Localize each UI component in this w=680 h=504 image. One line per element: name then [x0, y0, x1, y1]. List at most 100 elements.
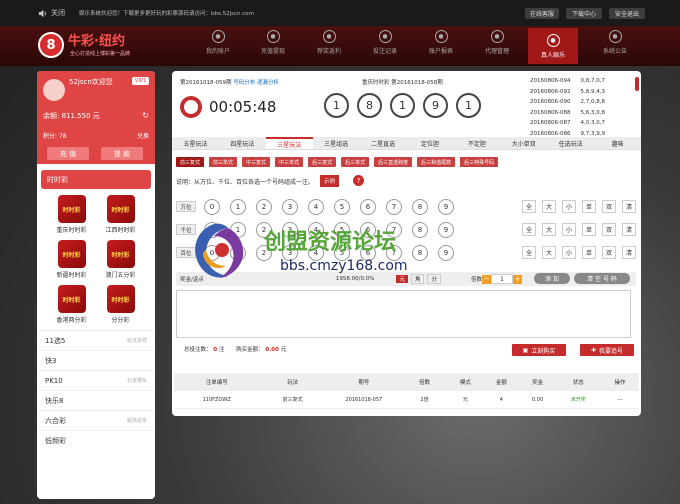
multiple-value[interactable]: 1 [491, 274, 513, 284]
tab-4[interactable]: 二星直选 [360, 137, 407, 149]
result-ball: 9 [423, 93, 448, 118]
tab-3[interactable]: 三星组选 [313, 137, 360, 149]
redeem-link[interactable]: 兑换 [137, 131, 149, 140]
add-button[interactable]: 添 加 [534, 273, 570, 284]
nav-item-3[interactable]: ● 投注记录 [360, 30, 410, 55]
nav-item-5[interactable]: ● 代理管理 [472, 30, 522, 55]
sidebar-category[interactable]: PK10 北京赛车 [37, 370, 155, 390]
table-row[interactable]: 110FZOWZ 前三复式 20161018-057 2倍 元 4 0.00 未开奖 --- [174, 391, 639, 409]
download-center-button[interactable]: 下载中心 [566, 8, 602, 19]
speaker-icon[interactable] [38, 9, 47, 18]
quick-select-button[interactable]: 清 [622, 200, 636, 213]
subtab-4[interactable]: 后三复式 [308, 157, 337, 167]
tab-9[interactable]: 趣味 [594, 137, 641, 149]
clear-numbers-button[interactable]: 清 空 号 码 [574, 273, 630, 284]
refresh-icon[interactable]: ↻ [142, 111, 149, 120]
recharge-button[interactable]: 充 值 [47, 147, 89, 160]
nav-item-0[interactable]: ● 我的账户 [193, 30, 243, 55]
digit-button[interactable]: 2 [256, 199, 272, 215]
sidebar-category[interactable]: 快3 [37, 350, 155, 370]
quick-select-button[interactable]: 大 [542, 223, 556, 236]
quick-select-button[interactable]: 双 [602, 200, 616, 213]
history-numbers: 4,0,3,0,7 [580, 120, 605, 126]
ssc-header[interactable]: 时时彩 [41, 170, 151, 189]
countdown-timer: 00:05:48 [209, 98, 277, 116]
nav-item-7[interactable]: ● 系统公告 [590, 30, 640, 55]
subtab-2[interactable]: 中三复式 [242, 157, 271, 167]
quick-select-button[interactable]: 清 [622, 246, 636, 259]
quick-select-button[interactable]: 小 [562, 246, 576, 259]
subtab-1[interactable]: 前三单式 [209, 157, 238, 167]
digit-button[interactable]: 0 [204, 199, 220, 215]
history-scrollbar[interactable] [635, 77, 639, 91]
digit-button[interactable]: 9 [438, 199, 454, 215]
digit-button[interactable]: 3 [282, 199, 298, 215]
subtab-5[interactable]: 后三单式 [341, 157, 370, 167]
logout-button[interactable]: 安全退出 [609, 8, 645, 19]
game-item[interactable]: 时时彩 重庆时时彩 [47, 195, 96, 234]
game-item[interactable]: 时时彩 江西时时彩 [96, 195, 145, 234]
nav-item-2[interactable]: ● 荐奖返利 [304, 30, 354, 55]
sidebar-category[interactable]: 六合彩 超高返奖 [37, 410, 155, 430]
nav-item-4[interactable]: ● 账户报表 [416, 30, 466, 55]
chase-button[interactable]: ✚ 我要追号 [580, 344, 634, 356]
subtab-3[interactable]: 中三单式 [275, 157, 304, 167]
quick-select-button[interactable]: 双 [602, 246, 616, 259]
tab-6[interactable]: 不定胆 [453, 137, 500, 149]
quick-select-button[interactable]: 小 [562, 223, 576, 236]
game-item[interactable]: 时时彩 分分彩 [96, 285, 145, 324]
game-item[interactable]: 时时彩 澳门五分彩 [96, 240, 145, 279]
sidebar-category[interactable]: 快乐8 [37, 390, 155, 410]
quick-select-button[interactable]: 全 [522, 246, 536, 259]
quick-select-button[interactable]: 小 [562, 200, 576, 213]
quick-select-button[interactable]: 大 [542, 200, 556, 213]
digit-button[interactable]: 6 [360, 199, 376, 215]
trend-link[interactable]: 号码分布·遗漏分析 [233, 80, 279, 86]
tab-1[interactable]: 四星玩法 [219, 137, 266, 149]
help-icon[interactable]: ? [353, 175, 364, 186]
buy-now-button[interactable]: ▣ 立刻购买 [512, 344, 566, 356]
digit-button[interactable]: 1 [230, 199, 246, 215]
tab-0[interactable]: 五星玩法 [172, 137, 219, 149]
bet-list-area[interactable] [176, 290, 631, 338]
quick-select-button[interactable]: 大 [542, 246, 556, 259]
nav-item-label: 账户报表 [428, 48, 453, 55]
close-link[interactable]: 关闭 [51, 8, 65, 18]
subtab-8[interactable]: 后三特殊号码 [460, 157, 499, 167]
top-bar: 关闭 娱乐系统欢迎您！下载更多更好玩的彩票源码请访问：bbs.52jscn.co… [0, 0, 680, 26]
game-icon: 时时彩 [106, 195, 135, 223]
quick-select-button[interactable]: 全 [522, 200, 536, 213]
nav-item-1[interactable]: ● 充值提现 [248, 30, 298, 55]
game-item[interactable]: 时时彩 新疆时时彩 [47, 240, 96, 279]
withdraw-button[interactable]: 提 款 [101, 147, 143, 160]
quick-select-button[interactable]: 清 [622, 223, 636, 236]
subtab-7[interactable]: 后三和值尾数 [417, 157, 456, 167]
online-service-button[interactable]: 在线客服 [525, 8, 559, 19]
history-issue: 20160806-092 [530, 88, 571, 95]
tab-5[interactable]: 定位胆 [407, 137, 454, 149]
logo-name: 牛彩·纽约 [68, 34, 125, 49]
multiple-stepper[interactable]: − 1 + [482, 274, 522, 284]
game-item[interactable]: 时时彩 香港两分彩 [47, 285, 96, 324]
digit-button[interactable]: 5 [334, 199, 350, 215]
quick-select-button[interactable]: 单 [582, 223, 596, 236]
digit-button[interactable]: 4 [308, 199, 324, 215]
example-button[interactable]: 示例 [320, 175, 340, 187]
quick-select-button[interactable]: 单 [582, 200, 596, 213]
quick-select-button[interactable]: 单 [582, 246, 596, 259]
plus-icon[interactable]: + [513, 274, 522, 284]
digit-button[interactable]: 8 [412, 199, 428, 215]
tab-2[interactable]: 三星玩法 [265, 137, 313, 149]
tab-8[interactable]: 任选玩法 [547, 137, 594, 149]
quick-select-button[interactable]: 双 [602, 223, 616, 236]
game-icon: 时时彩 [57, 285, 86, 313]
subtab-6[interactable]: 后三直选跨度 [374, 157, 413, 167]
sidebar-category[interactable]: 11选5 玩法多样 [37, 330, 155, 350]
subtab-0[interactable]: 前三复式 [176, 157, 205, 167]
tab-7[interactable]: 大小单双 [500, 137, 547, 149]
nav-item-6[interactable]: ● 真人娱乐 [528, 28, 578, 64]
digit-button[interactable]: 7 [386, 199, 402, 215]
table-header-cell: 模式 [459, 380, 471, 386]
sidebar-category[interactable]: 低频彩 [37, 430, 155, 450]
quick-select-button[interactable]: 全 [522, 223, 536, 236]
